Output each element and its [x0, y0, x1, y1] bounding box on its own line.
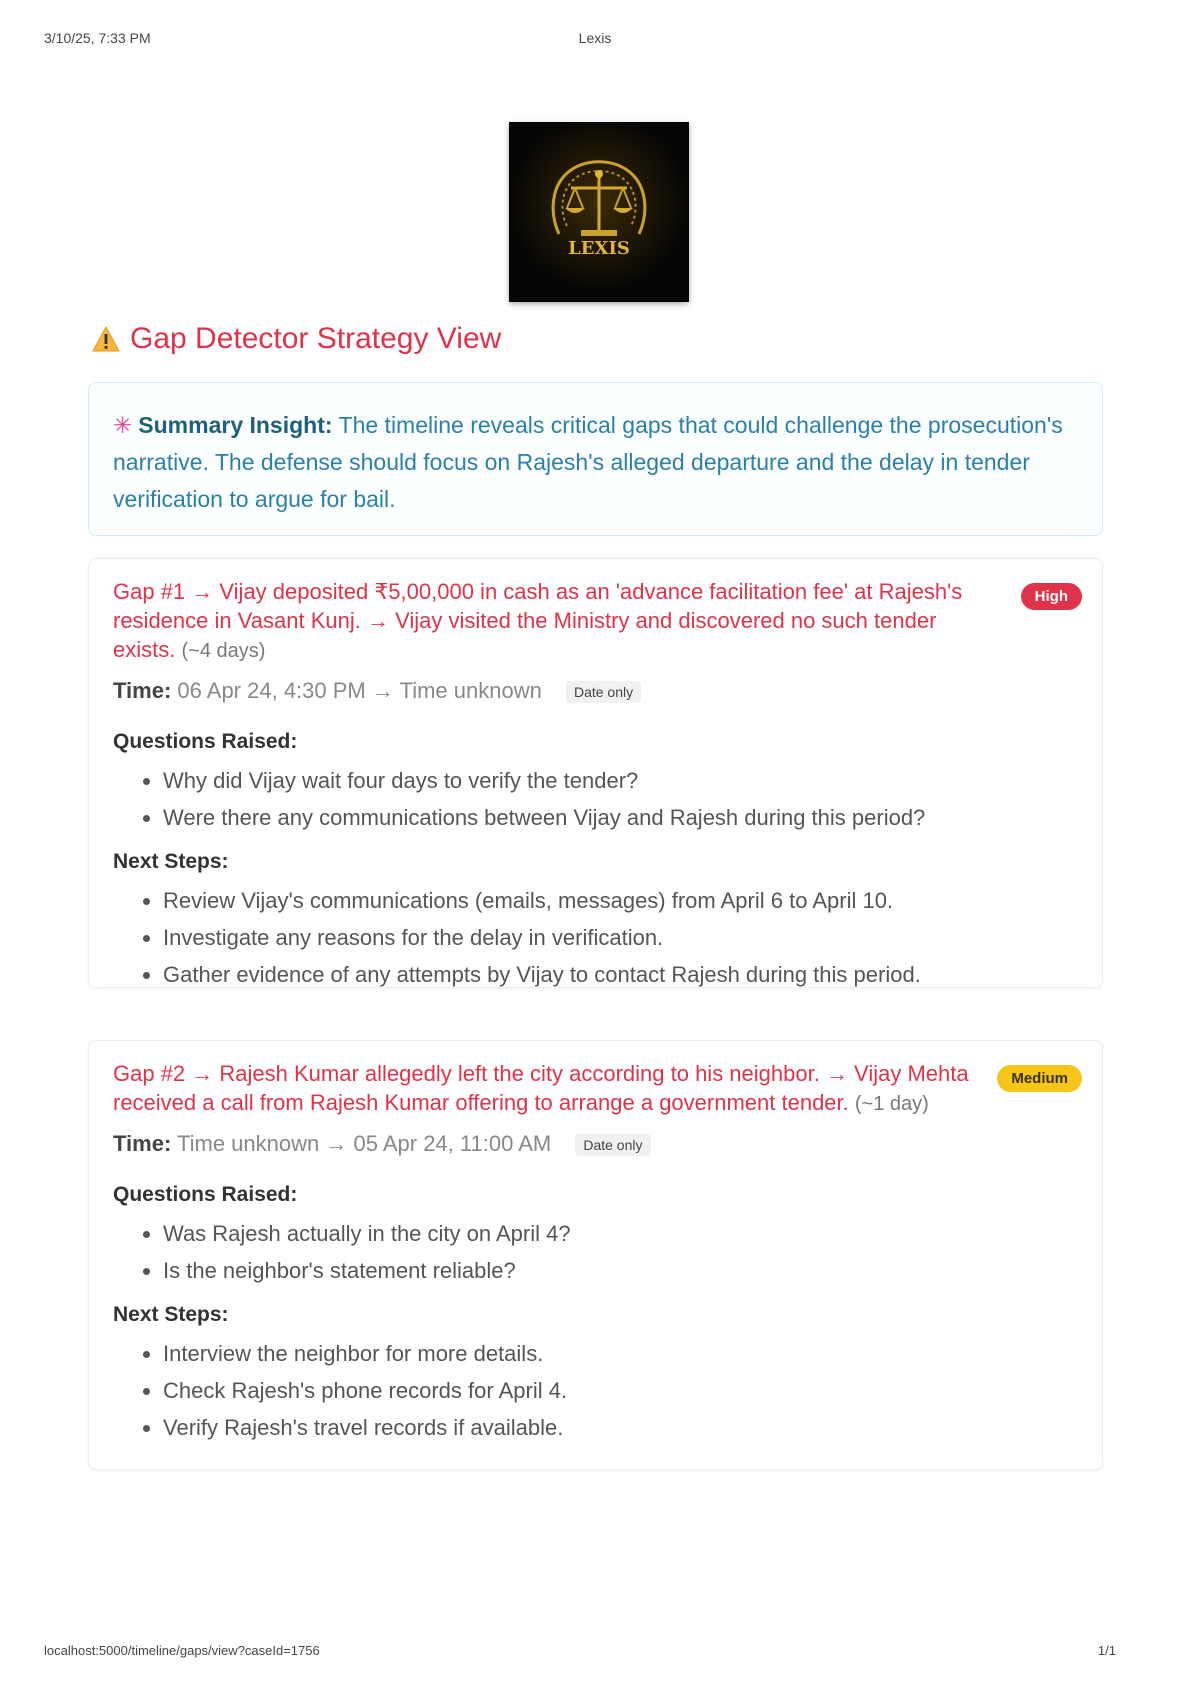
time-label: Time: [113, 678, 172, 703]
logo-graphic: LEXIS [509, 122, 689, 302]
scales-of-justice-logo: LEXIS [509, 122, 689, 302]
list-item: Were there any communications between Vi… [163, 799, 1078, 836]
gap-title: Gap #2 → Rajesh Kumar allegedly left the… [113, 1059, 1003, 1119]
page-title-text: Gap Detector Strategy View [130, 322, 502, 355]
gap-duration: (~4 days) [181, 640, 266, 662]
list-item: Review Vijay's communications (emails, m… [163, 882, 1078, 919]
gap-title-text: Gap #2 → Rajesh Kumar allegedly left the… [113, 1061, 969, 1115]
logo-text: LEXIS [568, 238, 630, 259]
date-only-tag: Date only [565, 681, 642, 704]
list-item: Interview the neighbor for more details. [163, 1335, 1078, 1372]
list-item: Gather evidence of any attempts by Vijay… [163, 956, 1078, 993]
questions-heading: Questions Raised: [113, 1183, 298, 1206]
list-item: Investigate any reasons for the delay in… [163, 919, 1078, 956]
gap-time: Time: Time unknown → 05 Apr 24, 11:00 AM… [113, 1131, 1078, 1157]
summary-insight: ✳ Summary Insight: The timeline reveals c… [88, 382, 1103, 536]
list-item: Verify Rajesh's travel records if availa… [163, 1409, 1078, 1446]
list-item: Check Rajesh's phone records for April 4… [163, 1372, 1078, 1409]
list-item: Was Rajesh actually in the city on April… [163, 1215, 1078, 1252]
page-number: 1/1 [1097, 1643, 1116, 1658]
gap-card-2: Gap #2 → Rajesh Kumar allegedly left the… [88, 1040, 1103, 1470]
gap-card-1: Gap #1 → Vijay deposited ₹5,00,000 in ca… [88, 558, 1103, 988]
next-steps-heading: Next Steps: [113, 850, 229, 873]
gap-title: Gap #1 → Vijay deposited ₹5,00,000 in ca… [113, 577, 1003, 666]
time-value: Time unknown → 05 Apr 24, 11:00 AM [177, 1131, 552, 1156]
warning-icon [92, 325, 120, 352]
gap-duration: (~1 day) [854, 1093, 929, 1115]
time-label: Time: [113, 1131, 172, 1156]
time-value: 06 Apr 24, 4:30 PM → Time unknown [177, 678, 542, 703]
summary-label: Summary Insight: [138, 412, 333, 438]
gap-time: Time: 06 Apr 24, 4:30 PM → Time unknown … [113, 678, 1078, 704]
print-url: localhost:5000/timeline/gaps/view?caseId… [44, 1643, 320, 1658]
print-title: Lexis [578, 30, 612, 46]
questions-list: Was Rajesh actually in the city on April… [113, 1215, 1078, 1289]
questions-heading: Questions Raised: [113, 730, 298, 753]
questions-list: Why did Vijay wait four days to verify t… [113, 762, 1078, 836]
next-steps-heading: Next Steps: [113, 1303, 229, 1326]
severity-badge: High [1020, 583, 1082, 610]
next-steps-list: Interview the neighbor for more details.… [113, 1335, 1078, 1446]
page-title: Gap Detector Strategy View [92, 322, 501, 356]
list-item: Is the neighbor's statement reliable? [163, 1252, 1078, 1289]
next-steps-list: Review Vijay's communications (emails, m… [113, 882, 1078, 993]
severity-badge: Medium [997, 1065, 1082, 1092]
sparkle-icon: ✳ [113, 412, 133, 438]
date-only-tag: Date only [575, 1134, 651, 1157]
list-item: Why did Vijay wait four days to verify t… [163, 762, 1078, 799]
